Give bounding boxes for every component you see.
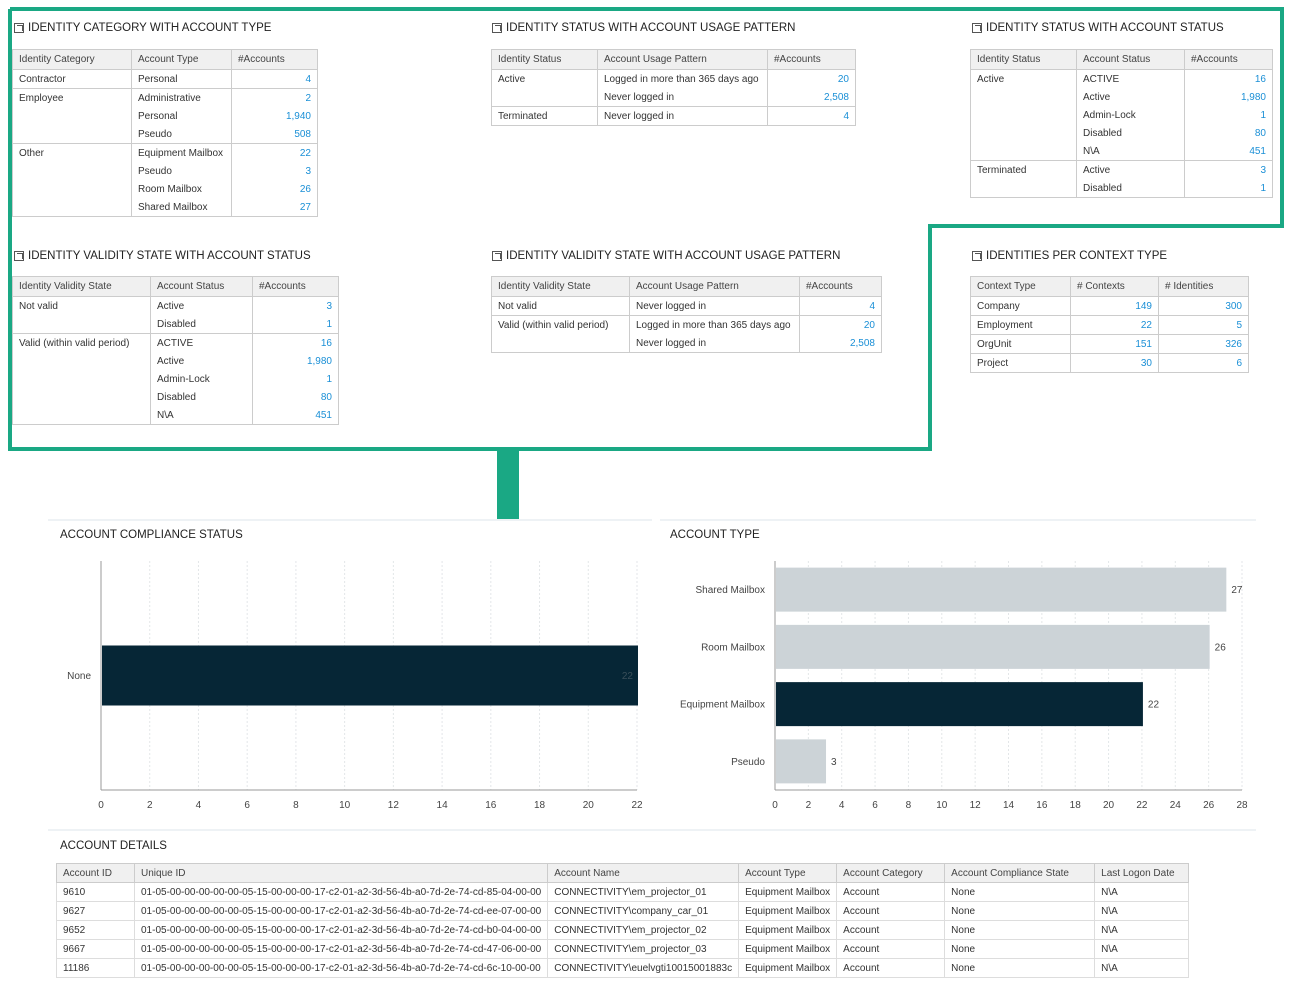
x-tick-label: 8 [906,800,912,811]
details-cell: 01-05-00-00-00-00-00-05-15-00-00-00-17-c… [133,958,549,978]
x-tick-label: 18 [1070,800,1082,811]
details-cell: Equipment Mailbox [738,901,838,921]
x-tick-label: 28 [1236,800,1248,811]
details-cell: N\A [1094,901,1190,921]
x-tick-label: 2 [147,800,153,811]
details-column-header[interactable]: Account Type [738,863,838,883]
details-cell: None [944,939,1096,959]
table-row[interactable]: 9667 01-05-00-00-00-00-00-05-15-00-00-00-… [56,939,1190,959]
x-tick-label: 0 [772,800,778,811]
x-tick-label: 0 [98,800,104,811]
account-details-title: ACCOUNT DETAILS [60,840,167,852]
details-cell: None [944,958,1096,978]
details-column-header[interactable]: Unique ID [133,863,549,883]
details-cell: CONNECTIVITY\em_projector_03 [547,939,740,959]
data-label: 26 [1215,642,1227,653]
data-label: 27 [1231,585,1243,596]
x-tick-label: 18 [534,800,546,811]
details-column-header[interactable]: Account Category [836,863,946,883]
details-column-header[interactable]: Account Name [547,863,740,883]
details-cell: Account [836,958,946,978]
details-cell: Account [836,920,946,940]
x-tick-label: 6 [244,800,250,811]
details-cell: None [944,901,1096,921]
x-tick-label: 14 [437,800,449,811]
x-tick-label: 14 [1003,800,1015,811]
details-cell: Account [836,882,946,902]
details-cell: 9627 [56,901,135,921]
details-cell: 01-05-00-00-00-00-00-05-15-00-00-00-17-c… [133,901,549,921]
category-label: Equipment Mailbox [680,700,765,711]
x-tick-label: 2 [806,800,812,811]
details-cell: CONNECTIVITY\em_projector_02 [547,920,740,940]
x-tick-label: 8 [293,800,299,811]
x-tick-label: 16 [1036,800,1048,811]
details-cell: None [944,920,1096,940]
details-cell: 01-05-00-00-00-00-00-05-15-00-00-00-17-c… [133,920,549,940]
details-cell: None [944,882,1096,902]
details-cell: 9667 [56,939,135,959]
details-cell: 01-05-00-00-00-00-00-05-15-00-00-00-17-c… [133,939,549,959]
details-cell: N\A [1094,939,1190,959]
x-tick-label: 22 [631,800,643,811]
table-row[interactable]: 9627 01-05-00-00-00-00-00-05-15-00-00-00-… [56,901,1190,921]
details-cell: N\A [1094,958,1190,978]
x-tick-label: 20 [583,800,595,811]
x-tick-label: 12 [970,800,982,811]
details-column-header[interactable]: Account ID [56,863,135,883]
details-column-header[interactable]: Last Logon Date [1094,863,1190,883]
x-tick-label: 20 [1103,800,1115,811]
x-tick-label: 10 [339,800,351,811]
account-details-table: Account ID Unique ID Account Name Account T… [56,863,1190,978]
x-tick-label: 10 [936,800,948,811]
details-cell: Equipment Mailbox [738,939,838,959]
category-label: Room Mailbox [701,642,765,653]
category-label: Pseudo [731,757,765,768]
details-cell: Account [836,901,946,921]
details-cell: 01-05-00-00-00-00-00-05-15-00-00-00-17-c… [133,882,549,902]
bar[interactable] [776,682,1143,727]
details-cell: Account [836,939,946,959]
details-cell: CONNECTIVITY\euelvgti10015001883c [547,958,740,978]
x-tick-label: 4 [839,800,845,811]
details-cell: CONNECTIVITY\em_projector_01 [547,882,740,902]
category-label: Shared Mailbox [696,585,765,596]
bar[interactable] [776,739,827,784]
details-cell: 9610 [56,882,135,902]
details-cell: N\A [1094,920,1190,940]
table-row[interactable]: 9652 01-05-00-00-00-00-00-05-15-00-00-00-… [56,920,1190,940]
data-label: 3 [831,757,837,768]
data-label: 22 [1148,700,1160,711]
x-tick-label: 22 [1136,800,1148,811]
details-cell: Equipment Mailbox [738,882,838,902]
details-cell: Equipment Mailbox [738,958,838,978]
details-cell: 9652 [56,920,135,940]
bar[interactable] [776,567,1227,612]
x-tick-label: 6 [872,800,878,811]
data-label: 22 [622,671,634,682]
table-row[interactable]: 9610 01-05-00-00-00-00-00-05-15-00-00-00-… [56,882,1190,902]
details-cell: N\A [1094,882,1190,902]
details-cell: Equipment Mailbox [738,920,838,940]
x-tick-label: 4 [196,800,202,811]
details-cell: 11186 [56,958,135,978]
bar[interactable] [776,624,1210,669]
bar[interactable] [102,645,638,706]
table-row[interactable]: 11186 01-05-00-00-00-00-00-05-15-00-00-00… [56,958,1190,978]
details-column-header[interactable]: Account Compliance State [944,863,1096,883]
x-tick-label: 26 [1203,800,1215,811]
x-tick-label: 16 [485,800,497,811]
details-cell: CONNECTIVITY\company_car_01 [547,901,740,921]
x-tick-label: 24 [1170,800,1182,811]
category-label: None [67,671,91,682]
x-tick-label: 12 [388,800,400,811]
